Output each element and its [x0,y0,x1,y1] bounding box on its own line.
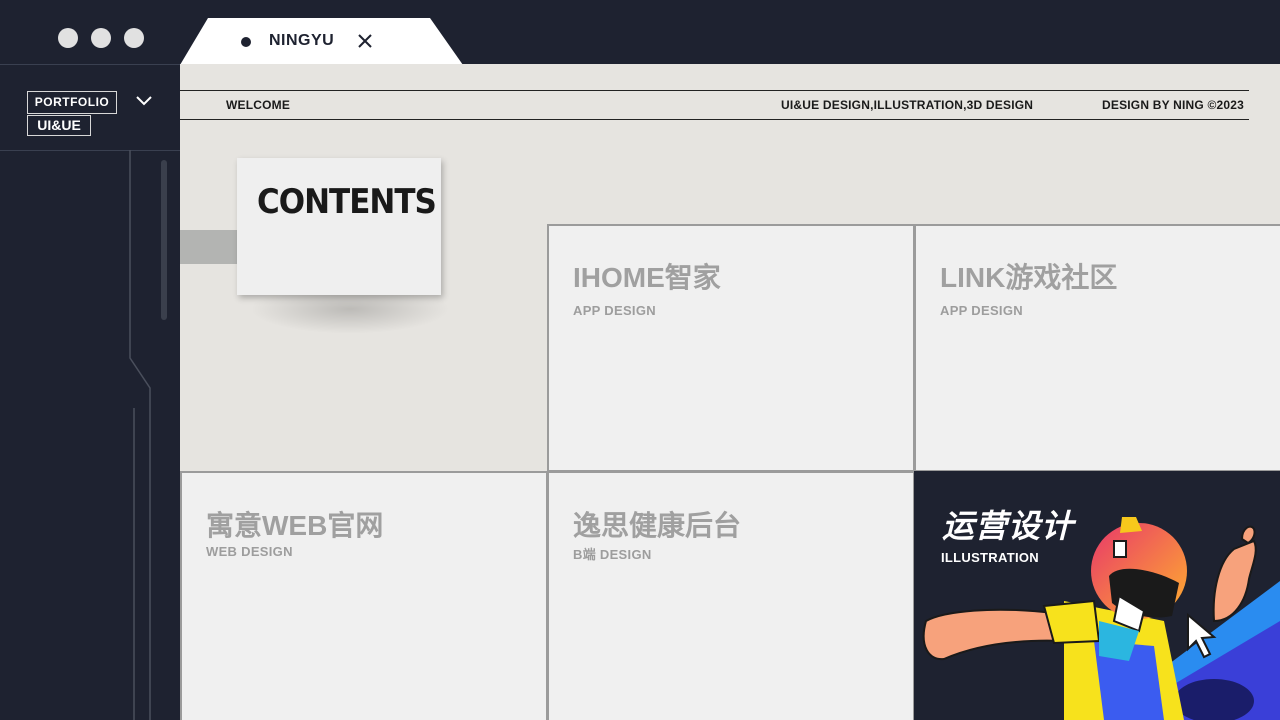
project-title: 运营设计 [942,508,1075,544]
header-credit: DESIGN BY NING ©2023 [1102,98,1244,112]
project-tile-illustration[interactable]: 运营设计 ILLUSTRATION [914,471,1280,720]
project-title: LINK游戏社区 [940,262,1118,293]
project-subtitle: B端 DESIGN [573,547,652,562]
window-maximize-dot[interactable] [124,28,144,48]
project-title: IHOME智家 [573,262,721,293]
project-subtitle: ILLUSTRATION [941,550,1039,565]
project-title: 逸思健康后台 [573,510,742,541]
project-subtitle: APP DESIGN [573,303,656,318]
circuit-line-decoration [129,150,151,720]
window-minimize-dot[interactable] [91,28,111,48]
tab-label: NINGYU [269,32,335,49]
contents-title: CONTENTS [257,182,437,222]
close-icon[interactable] [356,32,374,50]
tab-status-dot [241,37,251,47]
chevron-down-icon[interactable] [135,94,153,108]
project-subtitle: WEB DESIGN [206,544,293,559]
project-title: 寓意WEB官网 [206,510,384,541]
project-subtitle: APP DESIGN [940,303,1023,318]
project-tile-ihome[interactable]: IHOME智家 APP DESIGN [547,224,915,472]
window-close-dot[interactable] [58,28,78,48]
header-rule-top [180,90,1249,91]
contents-card: CONTENTS [237,158,441,295]
logo-portfolio: PORTFOLIO [27,91,117,114]
header-services: UI&UE DESIGN,ILLUSTRATION,3D DESIGN [781,98,1034,112]
sidebar-divider-top [0,64,180,65]
logo-uiue: UI&UE [27,115,91,136]
project-tile-link[interactable]: LINK游戏社区 APP DESIGN [914,224,1280,472]
sidebar-scrollbar[interactable] [161,160,167,320]
header-rule-bottom [180,119,1249,120]
header-welcome: WELCOME [226,98,291,112]
project-tile-web[interactable]: 寓意WEB官网 WEB DESIGN [180,471,548,720]
tab-ningyu[interactable]: NINGYU [180,18,463,65]
project-tile-health[interactable]: 逸思健康后台 B端 DESIGN [547,471,915,720]
